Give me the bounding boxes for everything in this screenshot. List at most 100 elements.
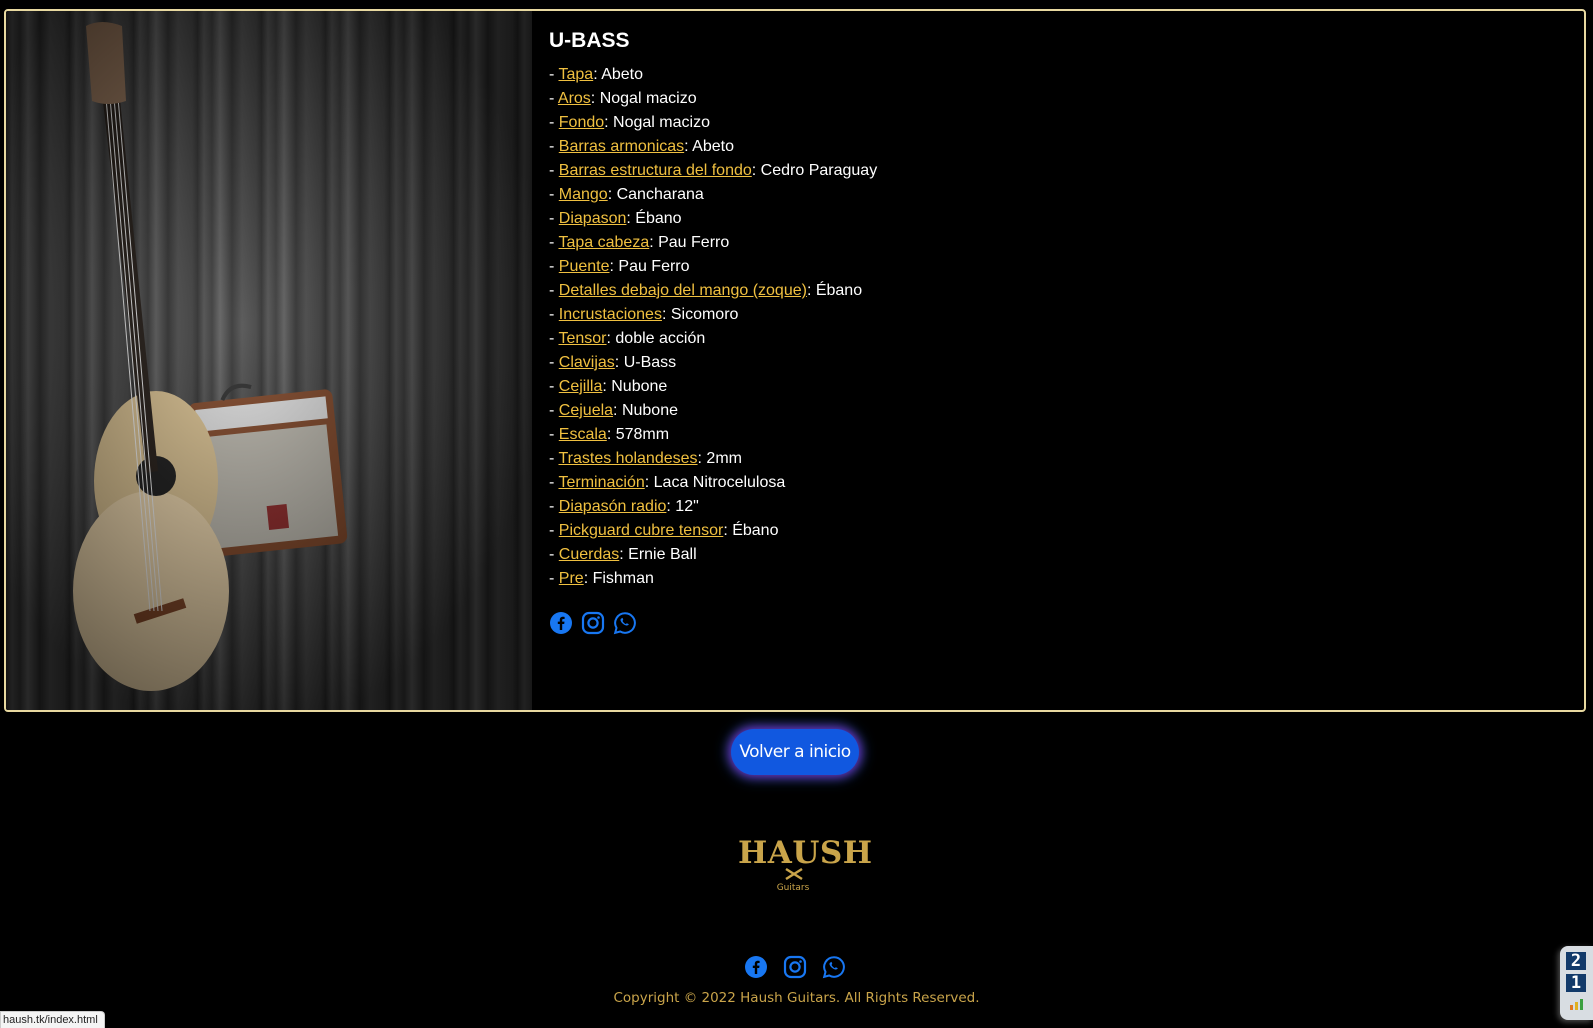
logo-wordmark: HAUSH	[738, 835, 873, 871]
spec-prefix: -	[549, 426, 559, 443]
spec-item: - Tensor: doble acción	[549, 327, 877, 351]
spec-value: : doble acción	[606, 330, 706, 347]
spec-value: : Cedro Paraguay	[751, 162, 878, 179]
spec-value: : 12"	[666, 498, 699, 515]
product-card: U-BASS - Tapa: Abeto - Aros: Nogal macizo…	[4, 9, 1586, 712]
crossed-tools-icon	[785, 867, 803, 881]
spec-item: - Incrustaciones: Sicomoro	[549, 303, 877, 327]
spec-label-link[interactable]: Tapa	[558, 66, 593, 83]
spec-item: - Cuerdas: Ernie Ball	[549, 543, 877, 567]
spec-value: : Nubone	[613, 402, 678, 419]
spec-label-link[interactable]: Diapasón radio	[559, 498, 667, 515]
spec-item: - Cejilla: Nubone	[549, 375, 877, 399]
spec-value: : Sicomoro	[661, 306, 739, 323]
spec-item: - Cejuela: Nubone	[549, 399, 877, 423]
spec-label-link[interactable]: Trastes holandeses	[558, 450, 697, 467]
product-title: U-BASS	[549, 29, 630, 52]
spec-value: : Ébano	[723, 522, 779, 539]
product-info: U-BASS - Tapa: Abeto - Aros: Nogal macizo…	[549, 27, 877, 635]
haush-logo[interactable]: HAUSH Guitars	[738, 835, 873, 899]
whatsapp-icon[interactable]	[822, 955, 846, 979]
spec-item: - Aros: Nogal macizo	[549, 87, 877, 111]
spec-label-link[interactable]: Tapa cabeza	[558, 234, 649, 251]
counter-widget[interactable]: 2 1	[1560, 946, 1593, 1020]
spec-prefix: -	[549, 570, 559, 587]
spec-label-link[interactable]: Puente	[559, 258, 610, 275]
spec-prefix: -	[549, 114, 559, 131]
spec-item: - Terminación: Laca Nitrocelulosa	[549, 471, 877, 495]
spec-label-link[interactable]: Fondo	[559, 114, 604, 131]
spec-label-link[interactable]: Barras estructura del fondo	[559, 162, 752, 179]
spec-label-link[interactable]: Aros	[558, 90, 591, 107]
spec-item: - Trastes holandeses: 2mm	[549, 447, 877, 471]
widget-digit-bottom: 1	[1566, 974, 1586, 992]
spec-label-link[interactable]: Tensor	[558, 330, 606, 347]
spec-prefix: -	[549, 402, 559, 419]
spec-prefix: -	[549, 258, 559, 275]
spec-item: - Tapa cabeza: Pau Ferro	[549, 231, 877, 255]
spec-prefix: -	[549, 138, 559, 155]
spec-prefix: -	[549, 210, 559, 227]
spec-label-link[interactable]: Diapason	[559, 210, 627, 227]
spec-item: - Diapason: Ébano	[549, 207, 877, 231]
spec-label-link[interactable]: Cejuela	[559, 402, 613, 419]
spec-prefix: -	[549, 354, 559, 371]
spec-value: : Abeto	[684, 138, 734, 155]
product-image	[6, 11, 532, 710]
facebook-icon[interactable]	[744, 955, 768, 979]
spec-item: - Tapa: Abeto	[549, 63, 877, 87]
spec-prefix: -	[549, 498, 559, 515]
browser-status-url: haush.tk/index.html	[0, 1011, 105, 1028]
spec-value: : U-Bass	[614, 354, 677, 371]
spec-value: : Fishman	[583, 570, 654, 587]
spec-value: : Pau Ferro	[649, 234, 730, 251]
spec-value: : Nogal macizo	[590, 90, 697, 107]
spec-label-link[interactable]: Escala	[559, 426, 607, 443]
spec-value: : Nubone	[602, 378, 668, 395]
spec-list: - Tapa: Abeto - Aros: Nogal macizo - Fondo…	[549, 63, 877, 591]
spec-prefix: -	[549, 546, 559, 563]
spec-label-link[interactable]: Clavijas	[559, 354, 615, 371]
spec-value: : Pau Ferro	[609, 258, 690, 275]
spec-value: : Nogal macizo	[604, 114, 710, 131]
spec-item: - Clavijas: U-Bass	[549, 351, 877, 375]
spec-label-link[interactable]: Barras armonicas	[559, 138, 684, 155]
spec-item: - Diapasón radio: 12"	[549, 495, 877, 519]
spec-prefix: -	[549, 90, 558, 107]
spec-value: : Laca Nitrocelulosa	[644, 474, 786, 491]
whatsapp-icon[interactable]	[613, 611, 637, 635]
spec-prefix: -	[549, 282, 559, 299]
spec-item: - Detalles debajo del mango (zoque): Éba…	[549, 279, 877, 303]
instagram-icon[interactable]	[581, 611, 605, 635]
spec-label-link[interactable]: Cuerdas	[559, 546, 619, 563]
spec-item: - Pickguard cubre tensor: Ébano	[549, 519, 877, 543]
spec-label-link[interactable]: Terminación	[558, 474, 644, 491]
spec-label-link[interactable]: Incrustaciones	[559, 306, 662, 323]
footer-social-links	[744, 955, 846, 979]
spec-item: - Fondo: Nogal macizo	[549, 111, 877, 135]
spec-label-link[interactable]: Mango	[559, 186, 608, 203]
spec-item: - Mango: Cancharana	[549, 183, 877, 207]
spec-label-link[interactable]: Pre	[559, 570, 584, 587]
spec-value: : 2mm	[697, 450, 742, 467]
facebook-icon[interactable]	[549, 611, 573, 635]
widget-digit-top: 2	[1566, 952, 1586, 970]
spec-item: - Barras estructura del fondo: Cedro Par…	[549, 159, 877, 183]
spec-prefix: -	[549, 522, 559, 539]
spec-label-link[interactable]: Cejilla	[559, 378, 603, 395]
spec-value: : 578mm	[606, 426, 670, 443]
spec-prefix: -	[549, 306, 559, 323]
spec-item: - Puente: Pau Ferro	[549, 255, 877, 279]
spec-item: - Escala: 578mm	[549, 423, 877, 447]
spec-label-link[interactable]: Detalles debajo del mango (zoque)	[559, 282, 807, 299]
spec-value: : Ernie Ball	[619, 546, 697, 563]
product-social-links	[549, 611, 877, 635]
back-to-home-button[interactable]: Volver a inicio	[731, 729, 859, 775]
spec-value: : Abeto	[593, 66, 644, 83]
spec-item: - Barras armonicas: Abeto	[549, 135, 877, 159]
spec-value: : Ébano	[806, 282, 863, 299]
spec-prefix: -	[549, 162, 559, 179]
spec-item: - Pre: Fishman	[549, 567, 877, 591]
spec-label-link[interactable]: Pickguard cubre tensor	[559, 522, 724, 539]
instagram-icon[interactable]	[783, 955, 807, 979]
